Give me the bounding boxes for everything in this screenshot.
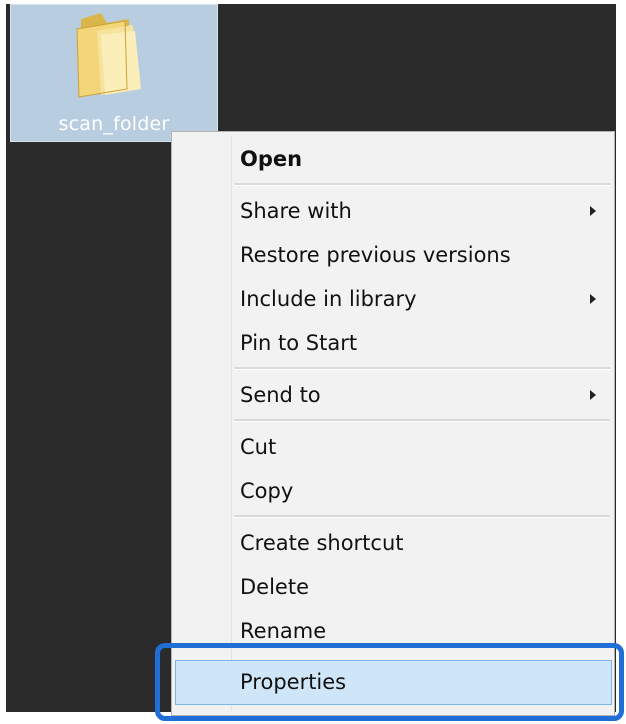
menu-item-label: Send to (240, 383, 321, 407)
menu-separator (234, 183, 610, 186)
menu-item-label: Include in library (240, 287, 417, 311)
menu-item-label: Rename (240, 619, 327, 643)
menu-item-copy[interactable]: Copy (240, 471, 614, 511)
menu-item-send-to[interactable]: Send to (240, 375, 614, 415)
menu-item-label: Create shortcut (240, 531, 404, 555)
menu-item-label: Cut (240, 435, 277, 459)
menu-item-pin-to-start[interactable]: Pin to Start (240, 323, 614, 363)
menu-item-label: Copy (240, 479, 294, 503)
menu-separator (234, 367, 610, 370)
menu-item-label: Pin to Start (240, 331, 358, 355)
menu-separator (234, 419, 610, 422)
menu-separator (234, 515, 610, 518)
menu-item-label: Share with (240, 199, 352, 223)
menu-item-open[interactable]: Open (240, 139, 614, 179)
menu-item-label: Delete (240, 575, 309, 599)
scan-folder-tile[interactable]: scan_folder (10, 4, 218, 142)
menu-icon-gutter (231, 136, 232, 711)
context-menu: Open Share with Restore previous version… (171, 131, 615, 716)
menu-item-include-in-library[interactable]: Include in library (240, 279, 614, 319)
menu-item-label: Open (240, 147, 303, 171)
screenshot-frame: scan_folder Open Share with Restore prev… (0, 0, 626, 724)
menu-item-delete[interactable]: Delete (240, 567, 614, 607)
submenu-arrow-icon (590, 294, 596, 304)
menu-item-label: Restore previous versions (240, 243, 511, 267)
menu-item-cut[interactable]: Cut (240, 427, 614, 467)
menu-item-share-with[interactable]: Share with (240, 191, 614, 231)
highlight-callout-ring (155, 643, 624, 721)
menu-item-restore-previous-versions[interactable]: Restore previous versions (240, 235, 614, 275)
folder-icon (76, 13, 141, 98)
menu-item-create-shortcut[interactable]: Create shortcut (240, 523, 614, 563)
submenu-arrow-icon (590, 390, 596, 400)
submenu-arrow-icon (590, 206, 596, 216)
